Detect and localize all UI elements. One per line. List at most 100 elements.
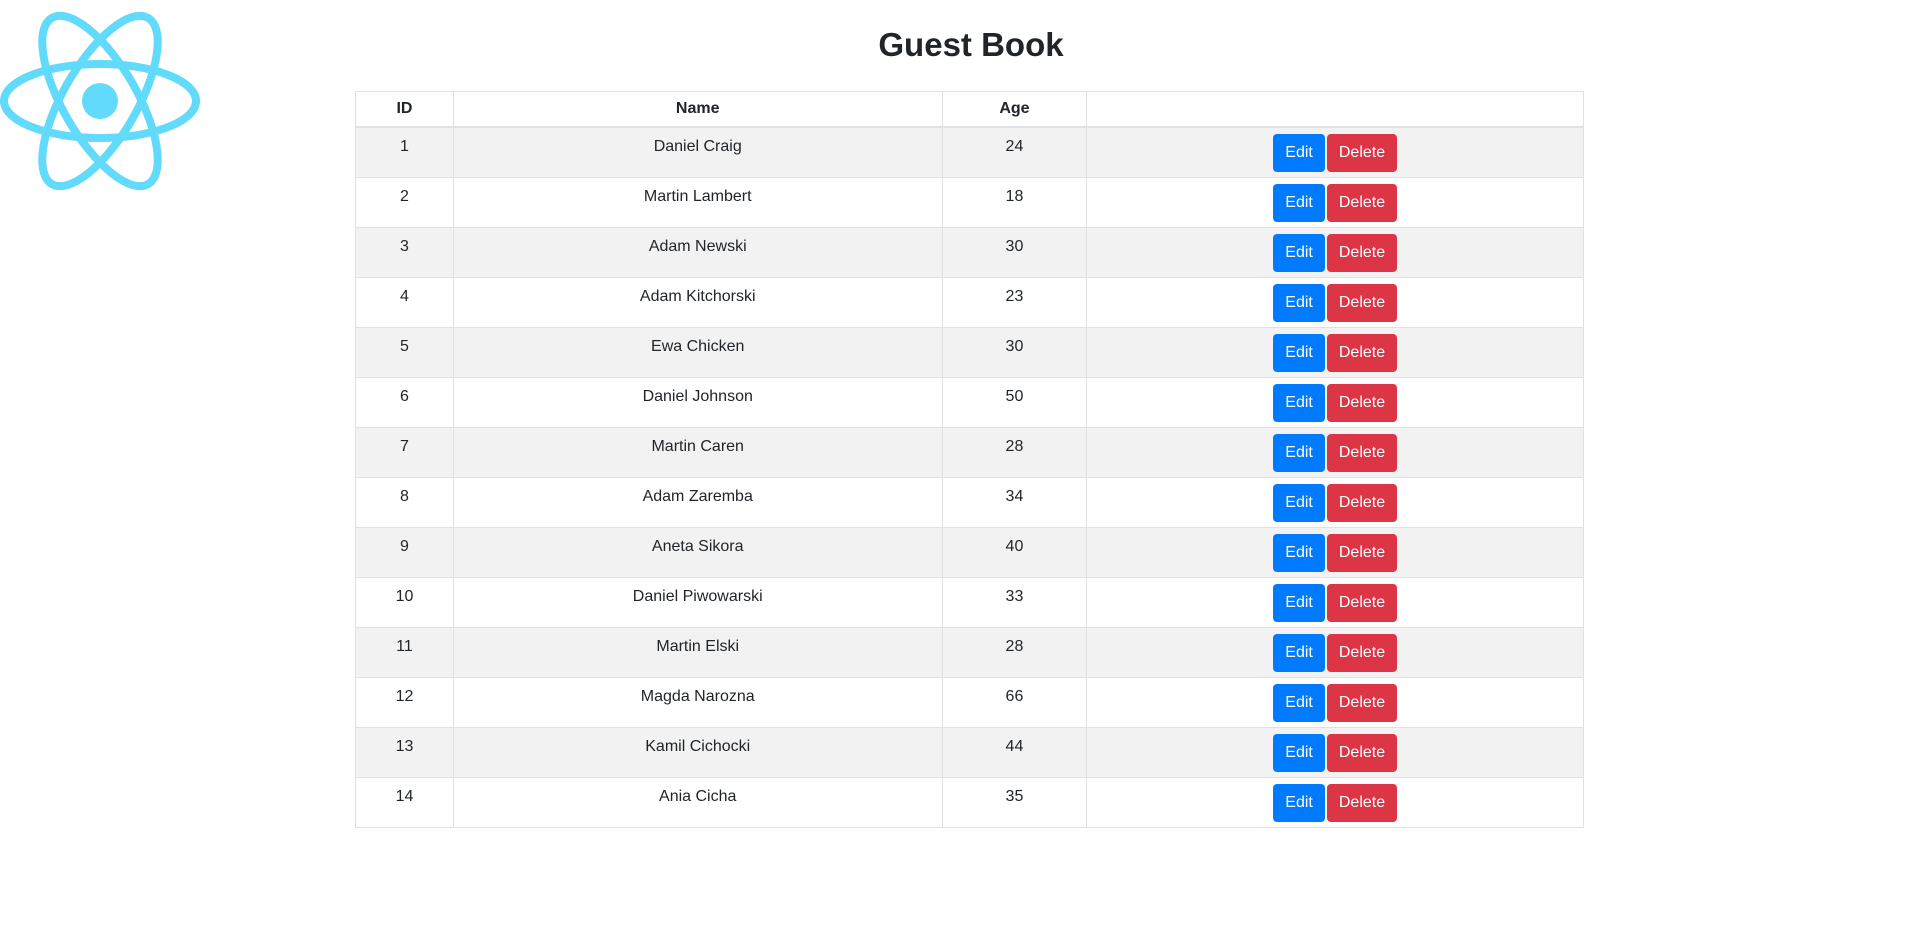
- guest-id-cell: 9: [355, 527, 454, 578]
- guest-age-cell: 34: [941, 477, 1088, 528]
- edit-button[interactable]: Edit: [1273, 583, 1325, 622]
- row-actions-cell: Edit Delete: [1086, 677, 1584, 728]
- delete-button[interactable]: Delete: [1326, 683, 1398, 722]
- guest-age-cell: 28: [941, 427, 1088, 478]
- column-header-age: Age: [941, 91, 1088, 128]
- delete-button[interactable]: Delete: [1326, 533, 1398, 572]
- row-actions-cell: Edit Delete: [1086, 327, 1584, 378]
- edit-button[interactable]: Edit: [1273, 433, 1325, 472]
- edit-button[interactable]: Edit: [1273, 633, 1325, 672]
- guest-name-cell: Kamil Cichocki: [452, 727, 943, 778]
- delete-button[interactable]: Delete: [1326, 733, 1398, 772]
- edit-button[interactable]: Edit: [1273, 733, 1325, 772]
- delete-button[interactable]: Delete: [1326, 233, 1398, 272]
- guest-id-cell: 4: [355, 277, 454, 328]
- row-actions-cell: Edit Delete: [1086, 527, 1584, 578]
- delete-button[interactable]: Delete: [1326, 333, 1398, 372]
- table-row: 4 Adam Kitchorski 23 Edit Delete: [355, 277, 1584, 328]
- guest-name-cell: Adam Newski: [452, 227, 943, 278]
- column-header-actions: [1086, 91, 1584, 128]
- delete-button[interactable]: Delete: [1326, 633, 1398, 672]
- guest-name-cell: Magda Narozna: [452, 677, 943, 728]
- guest-id-cell: 6: [355, 377, 454, 428]
- edit-button[interactable]: Edit: [1273, 783, 1325, 822]
- guest-name-cell: Martin Caren: [452, 427, 943, 478]
- table-row: 11 Martin Elski 28 Edit Delete: [355, 627, 1584, 678]
- guest-id-cell: 2: [355, 177, 454, 228]
- guest-name-cell: Daniel Johnson: [452, 377, 943, 428]
- row-actions-cell: Edit Delete: [1086, 377, 1584, 428]
- table-row: 12 Magda Narozna 66 Edit Delete: [355, 677, 1584, 728]
- row-actions-cell: Edit Delete: [1086, 277, 1584, 328]
- guest-name-cell: Adam Kitchorski: [452, 277, 943, 328]
- row-actions-cell: Edit Delete: [1086, 227, 1584, 278]
- delete-button[interactable]: Delete: [1326, 583, 1398, 622]
- edit-button[interactable]: Edit: [1273, 283, 1325, 322]
- table-header-row: ID Name Age: [355, 91, 1584, 128]
- table-row: 9 Aneta Sikora 40 Edit Delete: [355, 527, 1584, 578]
- row-actions-cell: Edit Delete: [1086, 177, 1584, 228]
- guest-name-cell: Ania Cicha: [452, 777, 943, 828]
- page-title: Guest Book: [878, 26, 1064, 63]
- row-actions-cell: Edit Delete: [1086, 727, 1584, 778]
- delete-button[interactable]: Delete: [1326, 133, 1398, 172]
- guest-table: ID Name Age 1 Daniel Craig 24 Edit Delete 2 Ma…: [355, 91, 1584, 828]
- guest-name-cell: Ewa Chicken: [452, 327, 943, 378]
- edit-button[interactable]: Edit: [1273, 483, 1325, 522]
- edit-button[interactable]: Edit: [1273, 683, 1325, 722]
- guest-age-cell: 66: [941, 677, 1088, 728]
- guest-age-cell: 23: [941, 277, 1088, 328]
- guest-age-cell: 30: [941, 227, 1088, 278]
- guest-id-cell: 3: [355, 227, 454, 278]
- guest-name-cell: Adam Zaremba: [452, 477, 943, 528]
- delete-button[interactable]: Delete: [1326, 183, 1398, 222]
- edit-button[interactable]: Edit: [1273, 383, 1325, 422]
- guest-id-cell: 10: [355, 577, 454, 628]
- edit-button[interactable]: Edit: [1273, 183, 1325, 222]
- row-actions-cell: Edit Delete: [1086, 427, 1584, 478]
- delete-button[interactable]: Delete: [1326, 483, 1398, 522]
- guest-id-cell: 13: [355, 727, 454, 778]
- table-row: 10 Daniel Piwowarski 33 Edit Delete: [355, 577, 1584, 628]
- delete-button[interactable]: Delete: [1326, 383, 1398, 422]
- guest-age-cell: 28: [941, 627, 1088, 678]
- table-row: 5 Ewa Chicken 30 Edit Delete: [355, 327, 1584, 378]
- guest-id-cell: 14: [355, 777, 454, 828]
- table-row: 3 Adam Newski 30 Edit Delete: [355, 227, 1584, 278]
- guest-age-cell: 35: [941, 777, 1088, 828]
- column-header-name: Name: [452, 91, 943, 128]
- table-row: 2 Martin Lambert 18 Edit Delete: [355, 177, 1584, 228]
- guest-name-cell: Daniel Piwowarski: [452, 577, 943, 628]
- table-row: 8 Adam Zaremba 34 Edit Delete: [355, 477, 1584, 528]
- delete-button[interactable]: Delete: [1326, 283, 1398, 322]
- edit-button[interactable]: Edit: [1273, 533, 1325, 572]
- row-actions-cell: Edit Delete: [1086, 577, 1584, 628]
- edit-button[interactable]: Edit: [1273, 333, 1325, 372]
- guest-age-cell: 30: [941, 327, 1088, 378]
- row-actions-cell: Edit Delete: [1086, 477, 1584, 528]
- guest-name-cell: Aneta Sikora: [452, 527, 943, 578]
- guest-age-cell: 44: [941, 727, 1088, 778]
- delete-button[interactable]: Delete: [1326, 433, 1398, 472]
- table-row: 13 Kamil Cichocki 44 Edit Delete: [355, 727, 1584, 778]
- table-row: 14 Ania Cicha 35 Edit Delete: [355, 777, 1584, 828]
- guest-name-cell: Martin Elski: [452, 627, 943, 678]
- guest-id-cell: 7: [355, 427, 454, 478]
- guest-id-cell: 1: [355, 126, 454, 178]
- guest-id-cell: 12: [355, 677, 454, 728]
- guest-age-cell: 18: [941, 177, 1088, 228]
- row-actions-cell: Edit Delete: [1086, 627, 1584, 678]
- table-row: 7 Martin Caren 28 Edit Delete: [355, 427, 1584, 478]
- table-row: 6 Daniel Johnson 50 Edit Delete: [355, 377, 1584, 428]
- guest-age-cell: 24: [941, 126, 1088, 178]
- delete-button[interactable]: Delete: [1326, 783, 1398, 822]
- guest-id-cell: 11: [355, 627, 454, 678]
- guest-age-cell: 50: [941, 377, 1088, 428]
- row-actions-cell: Edit Delete: [1086, 126, 1584, 178]
- column-header-id: ID: [355, 91, 454, 128]
- edit-button[interactable]: Edit: [1273, 133, 1325, 172]
- guest-id-cell: 8: [355, 477, 454, 528]
- guest-id-cell: 5: [355, 327, 454, 378]
- edit-button[interactable]: Edit: [1273, 233, 1325, 272]
- guest-age-cell: 33: [941, 577, 1088, 628]
